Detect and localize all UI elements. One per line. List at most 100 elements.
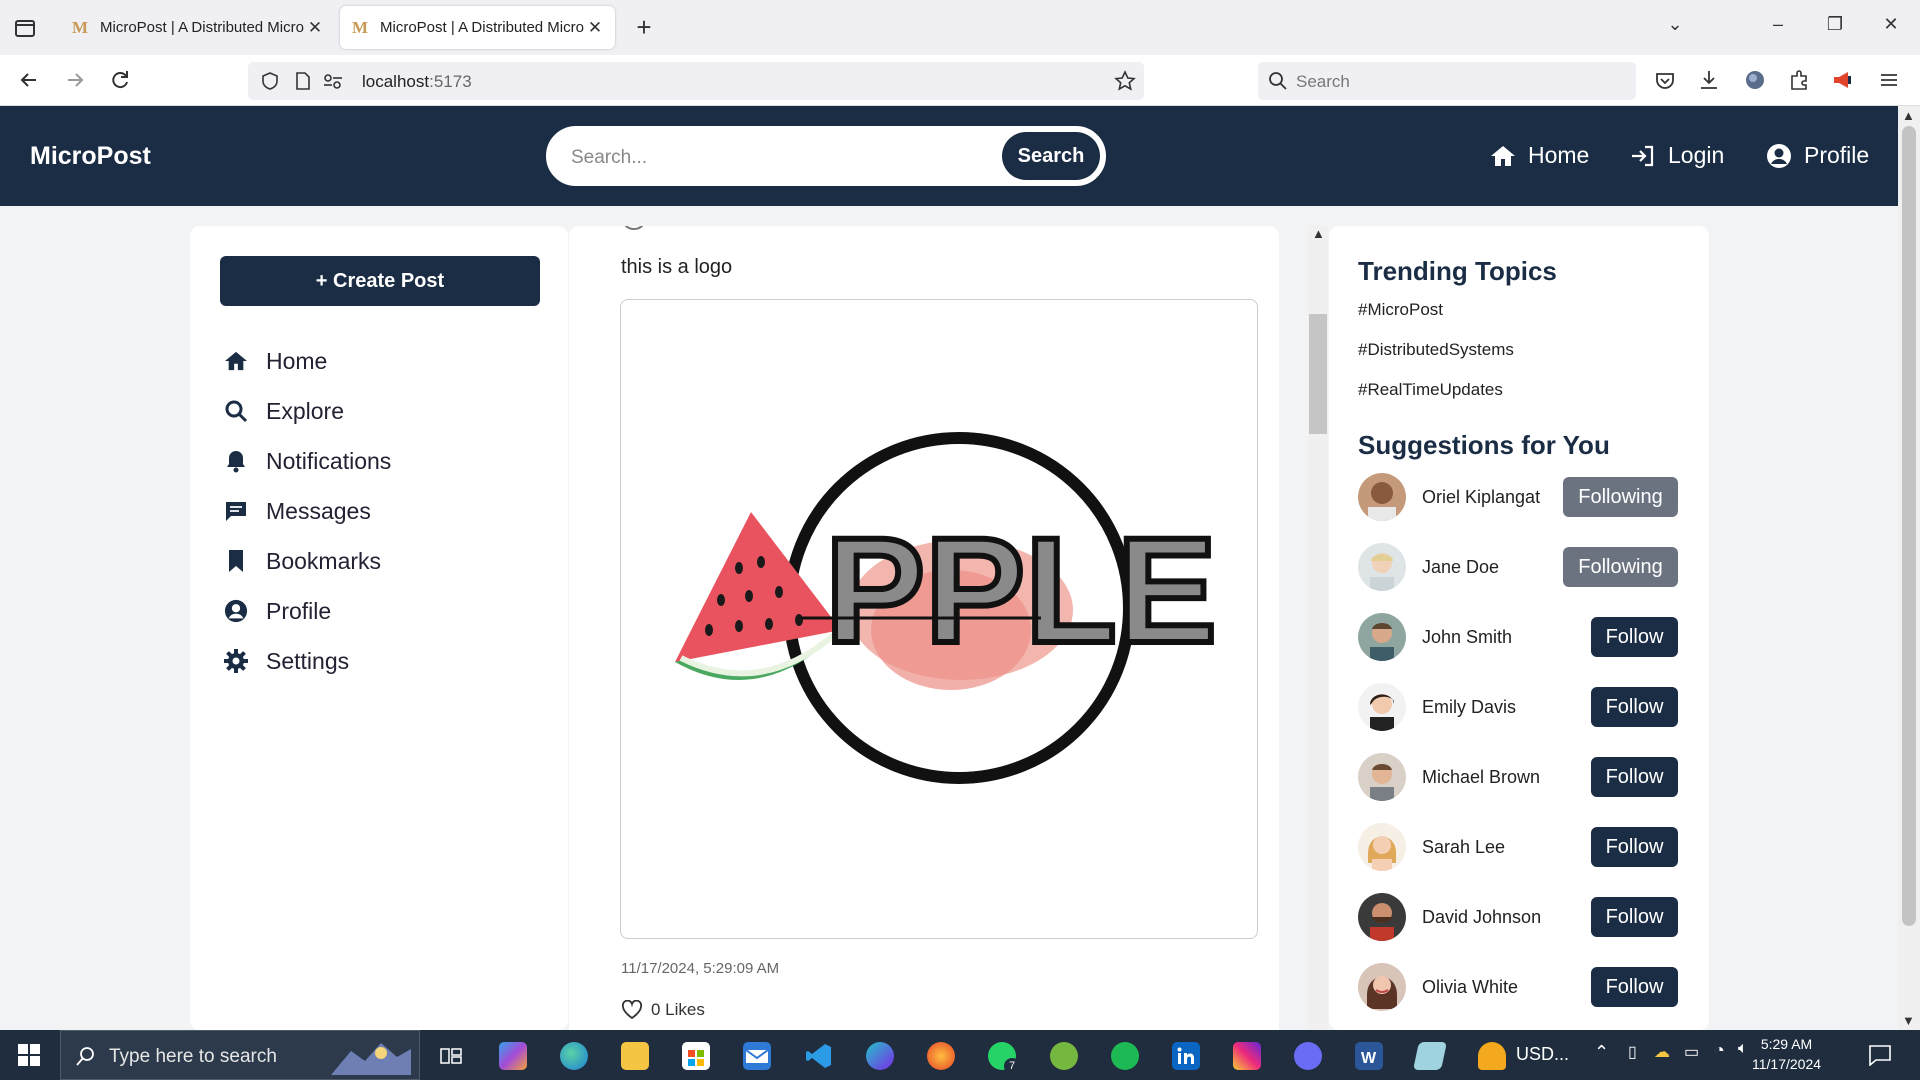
wifi-icon[interactable]: ◔ xyxy=(1714,1040,1725,1061)
volume-icon[interactable]: 🔈︎ xyxy=(1738,1040,1748,1058)
avatar[interactable] xyxy=(1358,473,1406,521)
avatar[interactable] xyxy=(1358,613,1406,661)
post-author-avatar[interactable] xyxy=(621,226,647,230)
canva-icon[interactable] xyxy=(866,1042,894,1070)
windows-start-icon[interactable] xyxy=(18,1044,40,1066)
follow-button[interactable]: Follow xyxy=(1591,967,1678,1007)
brand-logo[interactable]: MicroPost xyxy=(30,142,151,171)
trending-topic-link[interactable]: #RealTimeUpdates xyxy=(1358,380,1503,400)
instagram-icon[interactable] xyxy=(1233,1042,1261,1070)
cloud-warning-icon[interactable]: ☁ xyxy=(1654,1042,1670,1062)
sidebar-item-bookmarks[interactable]: Bookmarks xyxy=(222,536,391,586)
sidebar-item-messages[interactable]: Messages xyxy=(222,486,391,536)
feed-scrollbar[interactable]: ▲ xyxy=(1308,226,1328,1030)
utorrent-icon[interactable] xyxy=(1050,1042,1078,1070)
trending-topic-link[interactable]: #MicroPost xyxy=(1358,300,1443,320)
site-settings-icon[interactable] xyxy=(322,72,344,90)
create-post-button[interactable]: + Create Post xyxy=(220,256,540,306)
task-view-icon[interactable] xyxy=(437,1042,465,1070)
avatar[interactable] xyxy=(1358,963,1406,1011)
search-button[interactable]: Search xyxy=(1002,132,1100,180)
shield-icon[interactable] xyxy=(260,71,280,91)
page-scrollbar-thumb[interactable] xyxy=(1902,126,1916,926)
page-scrollbar[interactable]: ▲ ▼ xyxy=(1898,106,1920,1030)
avatar[interactable] xyxy=(1358,683,1406,731)
sidebar-item-notifications[interactable]: Notifications xyxy=(222,436,391,486)
follow-button[interactable]: Follow xyxy=(1591,687,1678,727)
follow-button[interactable]: Follow xyxy=(1591,827,1678,867)
following-button[interactable]: Following xyxy=(1563,547,1678,587)
forward-icon[interactable] xyxy=(62,67,88,93)
notes-app-icon[interactable] xyxy=(1413,1042,1447,1070)
browser-tab[interactable]: M MicroPost | A Distributed Micro ✕ xyxy=(60,6,335,49)
suggestion-name[interactable]: Emily Davis xyxy=(1422,697,1591,718)
microsoft-store-icon[interactable] xyxy=(682,1042,710,1070)
suggestion-name[interactable]: Sarah Lee xyxy=(1422,837,1591,858)
sidebar-item-home[interactable]: Home xyxy=(222,336,391,386)
nav-profile-link[interactable]: Profile xyxy=(1766,142,1869,169)
suggestion-name[interactable]: Jane Doe xyxy=(1422,557,1563,578)
address-bar[interactable]: localhost:5173 xyxy=(248,62,1144,100)
sidebar-item-settings[interactable]: Settings xyxy=(222,636,391,686)
suggestion-name[interactable]: Michael Brown xyxy=(1422,767,1591,788)
taskbar-search[interactable]: Type here to search xyxy=(60,1030,420,1080)
avatar[interactable] xyxy=(1358,823,1406,871)
suggestion-name[interactable]: John Smith xyxy=(1422,627,1591,648)
vscode-icon[interactable] xyxy=(805,1042,833,1070)
scroll-up-icon[interactable]: ▲ xyxy=(1902,108,1915,123)
feed-scroll-up-icon[interactable]: ▲ xyxy=(1312,226,1325,241)
firefox-icon[interactable] xyxy=(927,1042,955,1070)
megaphone-extension-icon[interactable] xyxy=(1830,67,1856,93)
spotify-icon[interactable] xyxy=(1111,1042,1139,1070)
tab-list-icon[interactable] xyxy=(10,14,40,42)
scroll-down-icon[interactable]: ▼ xyxy=(1902,1013,1915,1028)
suggestion-name[interactable]: David Johnson xyxy=(1422,907,1591,928)
menu-icon[interactable] xyxy=(1876,67,1902,93)
nav-home-link[interactable]: Home xyxy=(1490,142,1589,169)
sidebar-item-profile[interactable]: Profile xyxy=(222,586,391,636)
close-window-button[interactable]: ✕ xyxy=(1876,14,1906,35)
edge-icon[interactable] xyxy=(560,1042,588,1070)
reload-icon[interactable] xyxy=(107,67,133,93)
browser-tab-active[interactable]: M MicroPost | A Distributed Micro ✕ xyxy=(340,6,615,49)
follow-button[interactable]: Follow xyxy=(1591,617,1678,657)
new-tab-button[interactable]: + xyxy=(629,12,659,43)
nav-login-link[interactable]: Login xyxy=(1630,142,1724,169)
currency-ticker[interactable]: USD... xyxy=(1516,1044,1569,1065)
close-tab-icon[interactable]: ✕ xyxy=(587,18,603,38)
whatsapp-icon[interactable]: 7 xyxy=(988,1042,1020,1074)
suggestion-name[interactable]: Oriel Kiplangat xyxy=(1422,487,1563,508)
browser-search-box[interactable]: Search xyxy=(1258,62,1636,100)
account-icon[interactable] xyxy=(1742,67,1768,93)
linkedin-icon[interactable] xyxy=(1172,1042,1200,1070)
like-button[interactable]: 0 Likes xyxy=(621,1000,705,1020)
back-icon[interactable] xyxy=(16,67,42,93)
battery-icon[interactable]: ▭ xyxy=(1684,1042,1699,1062)
bookmark-star-icon[interactable] xyxy=(1114,70,1136,92)
avatar[interactable] xyxy=(1358,543,1406,591)
download-icon[interactable] xyxy=(1696,67,1722,93)
follow-button[interactable]: Follow xyxy=(1591,897,1678,937)
file-explorer-icon[interactable] xyxy=(621,1042,649,1070)
pocket-icon[interactable] xyxy=(1652,67,1678,93)
restore-button[interactable]: ❐ xyxy=(1820,14,1850,35)
notification-center-icon[interactable] xyxy=(1868,1044,1892,1066)
tab-overflow-chevron-icon[interactable]: ⌄ xyxy=(1660,14,1690,35)
taskbar-clock[interactable]: 5:29 AM 11/17/2024 xyxy=(1752,1034,1821,1074)
trending-topic-link[interactable]: #DistributedSystems xyxy=(1358,340,1514,360)
heart-icon[interactable] xyxy=(621,1000,643,1020)
post-image[interactable]: PPLE xyxy=(620,299,1258,939)
avatar[interactable] xyxy=(1358,893,1406,941)
settings-app-icon[interactable] xyxy=(1294,1042,1322,1070)
word-icon[interactable]: W xyxy=(1355,1042,1383,1070)
device-icon[interactable]: ▯ xyxy=(1628,1042,1637,1062)
search-input[interactable]: Search... xyxy=(571,147,647,169)
avatar[interactable] xyxy=(1358,753,1406,801)
following-button[interactable]: Following xyxy=(1563,477,1678,517)
suggestion-name[interactable]: Olivia White xyxy=(1422,977,1591,998)
copilot-icon[interactable] xyxy=(499,1042,527,1070)
minimize-button[interactable]: – xyxy=(1763,14,1793,35)
follow-button[interactable]: Follow xyxy=(1591,757,1678,797)
close-tab-icon[interactable]: ✕ xyxy=(307,18,323,38)
feed-scrollbar-thumb[interactable] xyxy=(1309,314,1327,434)
